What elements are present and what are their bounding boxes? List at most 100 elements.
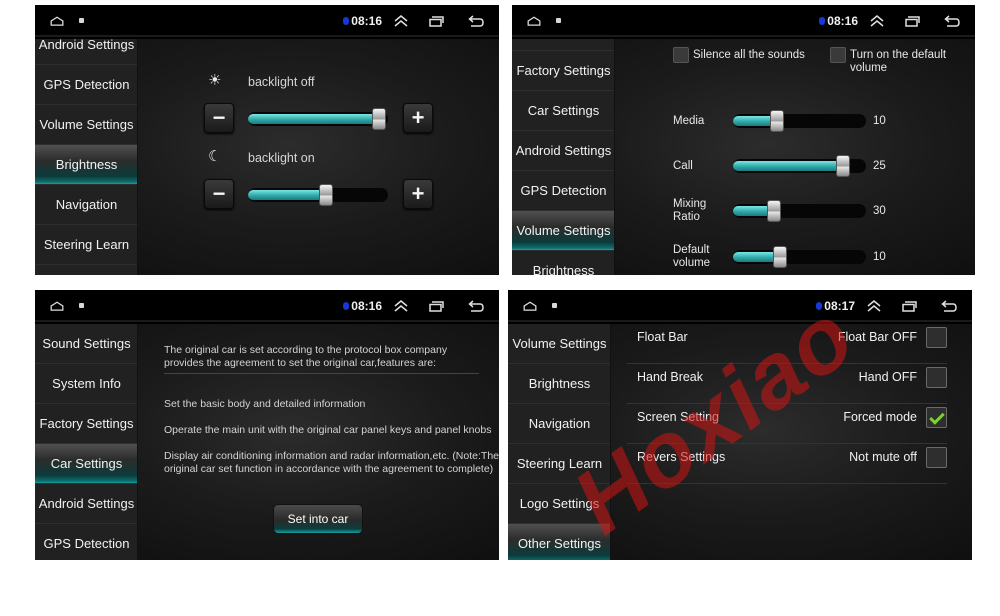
sidebar-item-system-info[interactable]: System Info [35,364,137,404]
settings-row: Hand Break Hand OFF [627,364,947,404]
other-settings-list: Float Bar Float Bar OFF Hand Break Hand OFF… [611,324,972,560]
settings-row: Revers Settings Not mute off [627,444,947,484]
recent-apps-icon[interactable] [429,300,445,312]
brightness-settings-screen: 08:16 Android Settings GPS Detection Volume… [35,5,499,275]
back-icon[interactable] [468,300,484,312]
sidebar-item-sound-settings[interactable]: Sound Settings [35,324,137,364]
status-bar: 08:16 [35,290,499,322]
setting-name: Hand Break [637,370,704,384]
sim-icon [79,18,84,23]
setting-checkbox[interactable] [926,407,947,428]
sidebar-item-other-settings[interactable]: Other Settings [508,524,610,560]
home-icon[interactable] [526,16,542,26]
sidebar-item-gps-detection[interactable]: GPS Detection [512,171,614,211]
double-chevron-up-icon[interactable] [869,13,885,29]
content-area: Sound Settings System Info Factory Setting… [35,324,499,560]
volume-slider[interactable] [733,246,866,268]
sun-icon: ☀ [208,72,222,89]
setting-checkbox[interactable] [926,327,947,348]
content-area: Android Settings GPS Detection Volume Sett… [35,39,499,275]
settings-row: Screen Setting Forced mode [627,404,947,444]
home-icon[interactable] [49,301,65,311]
recent-apps-icon[interactable] [429,15,445,27]
setting-checkbox[interactable] [926,367,947,388]
brightness-slider[interactable] [248,108,388,130]
checkbox-label: Silence all the sounds [693,49,805,61]
sim-icon [552,303,557,308]
slider-thumb[interactable] [772,246,787,268]
settings-sidebar: Factory Settings Car Settings Android Sett… [512,39,615,275]
sidebar-item-car-settings[interactable]: Car Settings [512,91,614,131]
sidebar-item-steering-learn[interactable]: Steering Learn [35,225,137,265]
back-icon[interactable] [468,15,484,27]
sidebar-item-android-settings[interactable]: Android Settings [35,484,137,524]
volume-slider[interactable] [733,155,866,177]
feature-text: Operate the main unit with the original … [164,424,492,436]
back-icon[interactable] [944,15,960,27]
sidebar-item-logo-settings[interactable]: Logo Settings [508,484,610,524]
divider [164,373,479,374]
checkbox-default-volume[interactable] [830,47,846,63]
slider-thumb[interactable] [769,110,784,132]
settings-sidebar: Android Settings GPS Detection Volume Sett… [35,39,138,275]
car-settings-info: The original car is set according to the… [138,324,499,560]
setting-state: Forced mode [843,410,917,424]
sidebar-item-volume-settings[interactable]: Volume Settings [508,324,610,364]
setting-state: Float Bar OFF [837,330,917,344]
slider-thumb[interactable] [319,184,334,206]
increase-button[interactable]: + [403,179,433,209]
double-chevron-up-icon[interactable] [393,298,409,314]
brightness-slider[interactable] [248,184,388,206]
checkbox-silence-all[interactable] [673,47,689,63]
brightness-controls: ☀ backlight off − + ☾ backlight on − + [138,39,499,275]
sidebar-item-android-settings[interactable]: Android Settings [512,131,614,171]
sidebar-item-car-settings[interactable]: Car Settings [35,444,137,484]
sidebar-item-gps-detection[interactable]: GPS Detection [35,524,137,560]
double-chevron-up-icon[interactable] [393,13,409,29]
setting-state: Not mute off [849,450,917,464]
double-chevron-up-icon[interactable] [866,298,882,314]
clock-time: 08:16 [351,299,382,313]
volume-slider[interactable] [733,110,866,132]
home-icon[interactable] [49,16,65,26]
slider-thumb[interactable] [767,200,782,222]
sidebar-item-navigation[interactable]: Navigation [508,404,610,444]
sidebar-item-brightness[interactable]: Brightness [512,251,614,275]
sidebar-item-factory-settings[interactable]: Factory Settings [512,51,614,91]
content-area: Factory Settings Car Settings Android Sett… [512,39,975,275]
volume-settings-screen: 08:16 Factory Settings Car Settings Android… [512,5,975,275]
status-bar: 08:16 [512,5,975,37]
sidebar-item-volume-settings[interactable]: Volume Settings [512,211,614,251]
sidebar-item-gps-detection[interactable]: GPS Detection [35,65,137,105]
bluetooth-icon [819,17,825,25]
settings-sidebar: Sound Settings System Info Factory Setting… [35,324,138,560]
recent-apps-icon[interactable] [905,15,921,27]
decrease-button[interactable]: − [204,103,234,133]
sidebar-item-navigation[interactable]: Navigation [35,185,137,225]
sidebar-item-brightness[interactable]: Brightness [508,364,610,404]
sidebar-item-volume-settings[interactable]: Volume Settings [35,105,137,145]
backlight-label: backlight off [248,75,315,89]
status-bar: 08:16 [35,5,499,37]
sidebar-item-blank[interactable] [512,39,614,51]
set-into-car-button[interactable]: Set into car [273,504,363,534]
volume-value: 10 [873,251,886,263]
volume-slider[interactable] [733,200,866,222]
setting-name: Screen Setting [637,410,719,424]
sidebar-item-brightness[interactable]: Brightness [35,145,137,185]
slider-thumb[interactable] [372,108,387,130]
back-icon[interactable] [941,300,957,312]
recent-apps-icon[interactable] [902,300,918,312]
increase-button[interactable]: + [403,103,433,133]
volume-label: Default volume [673,244,711,269]
volume-label: Call [673,160,693,172]
home-icon[interactable] [522,301,538,311]
slider-fill [248,190,330,200]
decrease-button[interactable]: − [204,179,234,209]
slider-thumb[interactable] [836,155,851,177]
setting-checkbox[interactable] [926,447,947,468]
clock-time: 08:16 [351,14,382,28]
sidebar-item-android-settings[interactable]: Android Settings [35,39,137,65]
sidebar-item-factory-settings[interactable]: Factory Settings [35,404,137,444]
sidebar-item-steering-learn[interactable]: Steering Learn [508,444,610,484]
